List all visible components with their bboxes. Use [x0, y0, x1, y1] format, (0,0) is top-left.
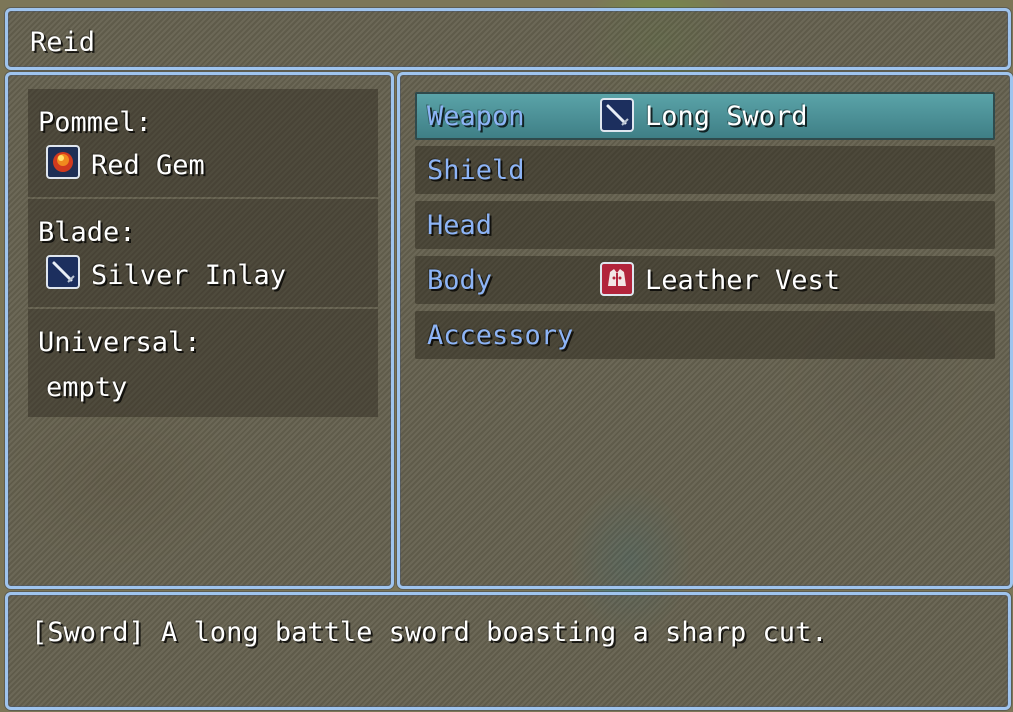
socket-label: Universal: [38, 327, 201, 358]
equip-slot-label: Body [427, 265, 493, 296]
socket-label: Blade: [38, 217, 136, 248]
socket-item: Red Gem [91, 150, 205, 181]
help-text: [Sword] A long battle sword boasting a s… [31, 617, 828, 648]
help-window: [Sword] A long battle sword boasting a s… [5, 592, 1011, 710]
equip-slot-label: Weapon [427, 101, 525, 132]
equip-row-accessory[interactable]: Accessory [415, 311, 995, 359]
equip-row-weapon[interactable]: Weapon Long Sword [415, 92, 995, 140]
socket-item: empty [46, 372, 128, 403]
equip-item-label: Long Sword [645, 101, 808, 132]
vest-icon [600, 262, 634, 296]
socket-pommel[interactable]: Pommel: Red Gem [28, 89, 378, 197]
equip-row-head[interactable]: Head [415, 201, 995, 249]
socket-universal[interactable]: Universal: empty [28, 309, 378, 417]
equip-slot-label: Shield [427, 155, 525, 186]
red-gem-icon [46, 145, 80, 179]
sword-icon [600, 98, 634, 132]
socket-window: Pommel: Red Gem Blade: Silver Inlay Univ… [5, 72, 394, 589]
equip-slot-label: Accessory [427, 320, 574, 351]
actor-name-window: Reid [5, 8, 1011, 70]
equip-item-label: Leather Vest [645, 265, 841, 296]
equip-slot-label: Head [427, 210, 493, 241]
actor-name: Reid [30, 27, 96, 58]
socket-blade[interactable]: Blade: Silver Inlay [28, 199, 378, 307]
equipment-window: Weapon Long Sword Shield Head Body Leath… [397, 72, 1013, 589]
sword-icon [46, 255, 80, 289]
socket-item: Silver Inlay [91, 260, 287, 291]
equip-row-shield[interactable]: Shield [415, 146, 995, 194]
socket-label: Pommel: [38, 107, 152, 138]
equip-row-body[interactable]: Body Leather Vest [415, 256, 995, 304]
